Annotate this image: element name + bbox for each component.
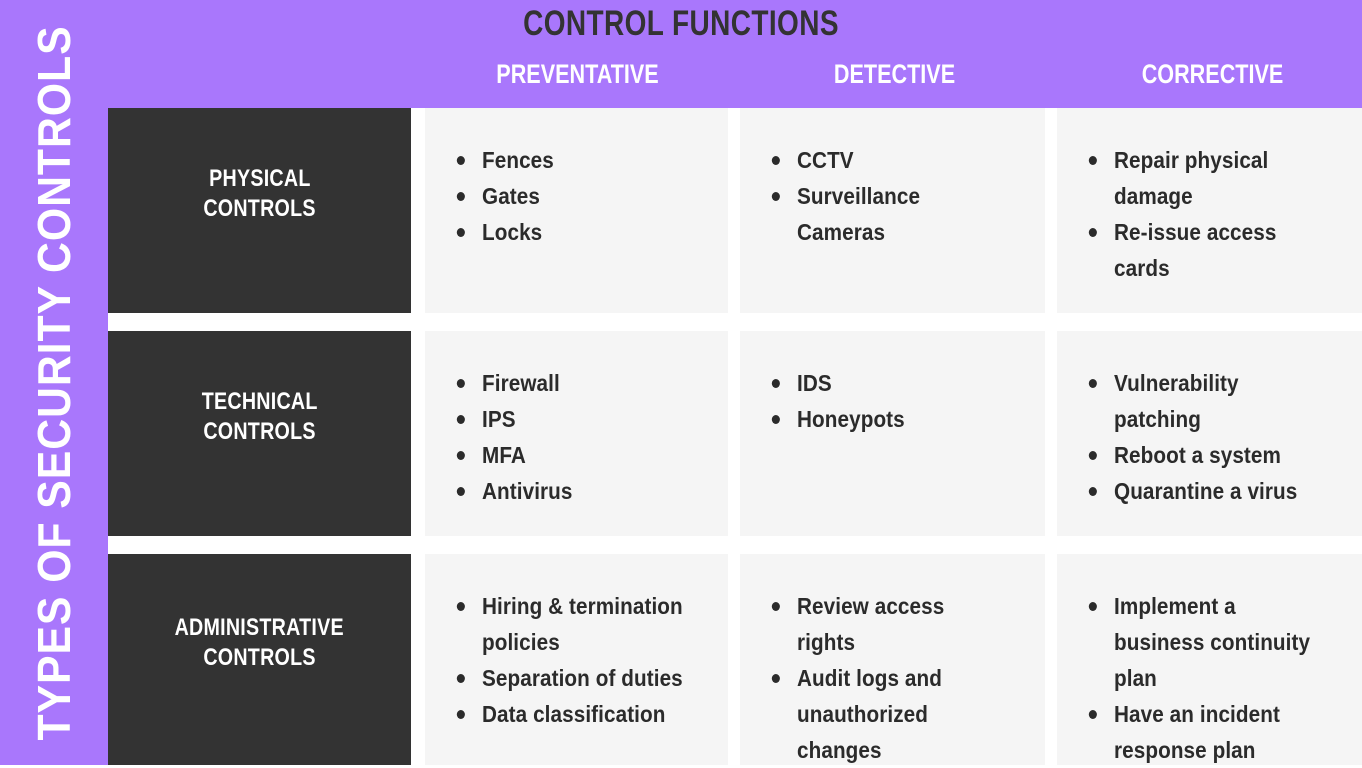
list-item: Implement a business continuity plan (1087, 588, 1322, 696)
column-header-detective: DETECTIVE (833, 59, 956, 89)
bullet-list: Vulnerability patching Reboot a system Q… (1087, 365, 1348, 509)
sidebar-rail: TYPES OF SECURITY CONTROLS (0, 0, 108, 765)
bullet-list: Fences Gates Locks (455, 142, 714, 250)
row-label-line-1: PHYSICAL (208, 164, 311, 192)
column-header-preventative: PREVENTATIVE (496, 59, 659, 89)
row-label-line-2: CONTROLS (203, 194, 316, 222)
list-item: MFA (455, 437, 688, 473)
bullet-list: IDS Honeypots (770, 365, 1031, 437)
list-item: Audit logs and unauthorized changes (770, 660, 1005, 768)
cell-technical-preventative: Firewall IPS MFA Antivirus (425, 331, 728, 536)
cell-administrative-preventative: Hiring & termination policies Separation… (425, 554, 728, 765)
bullet-list: Implement a business continuity plan Hav… (1087, 588, 1348, 768)
cell-technical-detective: IDS Honeypots (740, 331, 1045, 536)
security-controls-matrix: CONTROL FUNCTIONS PREVENTATIVE DETECTIVE… (0, 0, 1362, 765)
cell-physical-corrective: Repair physical damage Re-issue access c… (1057, 108, 1362, 313)
list-item: Surveillance Cameras (770, 178, 1005, 250)
row-label-line-1: ADMINISTRATIVE (174, 613, 345, 641)
list-item: Reboot a system (1087, 437, 1322, 473)
cell-physical-detective: CCTV Surveillance Cameras (740, 108, 1045, 313)
header-band: CONTROL FUNCTIONS PREVENTATIVE DETECTIVE… (0, 0, 1362, 108)
bullet-list: Repair physical damage Re-issue access c… (1087, 142, 1348, 286)
list-item: Review access rights (770, 588, 1005, 660)
list-item: Honeypots (770, 401, 1005, 437)
list-item: Gates (455, 178, 688, 214)
bullet-list: Hiring & termination policies Separation… (455, 588, 714, 732)
sidebar-vertical-label: TYPES OF SECURITY CONTROLS (28, 24, 80, 741)
row-label-line-1: TECHNICAL (201, 387, 318, 415)
list-item: Vulnerability patching (1087, 365, 1322, 437)
cell-physical-preventative: Fences Gates Locks (425, 108, 728, 313)
list-item: Re-issue access cards (1087, 214, 1322, 286)
list-item: IDS (770, 365, 1005, 401)
matrix-grid: PHYSICAL CONTROLS Fences Gates Locks CCT… (108, 108, 1362, 765)
table-row: TECHNICAL CONTROLS Firewall IPS MFA Anti… (108, 331, 1362, 536)
list-item: Repair physical damage (1087, 142, 1322, 214)
list-item: Separation of duties (455, 660, 688, 696)
list-item: IPS (455, 401, 688, 437)
cell-administrative-detective: Review access rights Audit logs and unau… (740, 554, 1045, 765)
list-item: Firewall (455, 365, 688, 401)
list-item: Locks (455, 214, 688, 250)
cell-technical-corrective: Vulnerability patching Reboot a system Q… (1057, 331, 1362, 536)
row-label-physical: PHYSICAL CONTROLS (108, 108, 411, 313)
list-item: Hiring & termination policies (455, 588, 688, 660)
list-item: Antivirus (455, 473, 688, 509)
list-item: Fences (455, 142, 688, 178)
list-item: CCTV (770, 142, 1005, 178)
list-item: Data classification (455, 696, 688, 732)
list-item: Quarantine a virus (1087, 473, 1322, 509)
table-row: ADMINISTRATIVE CONTROLS Hiring & termina… (108, 554, 1362, 765)
column-header-corrective: CORRECTIVE (1141, 59, 1284, 89)
page-title: CONTROL FUNCTIONS (523, 4, 839, 43)
bullet-list: Review access rights Audit logs and unau… (770, 588, 1031, 768)
bullet-list: Firewall IPS MFA Antivirus (455, 365, 714, 509)
cell-administrative-corrective: Implement a business continuity plan Hav… (1057, 554, 1362, 765)
list-item: Have an incident response plan (1087, 696, 1322, 768)
row-label-technical: TECHNICAL CONTROLS (108, 331, 411, 536)
table-row: PHYSICAL CONTROLS Fences Gates Locks CCT… (108, 108, 1362, 313)
row-label-line-2: CONTROLS (203, 417, 316, 445)
row-label-line-2: CONTROLS (203, 643, 316, 671)
bullet-list: CCTV Surveillance Cameras (770, 142, 1031, 250)
row-label-administrative: ADMINISTRATIVE CONTROLS (108, 554, 411, 765)
